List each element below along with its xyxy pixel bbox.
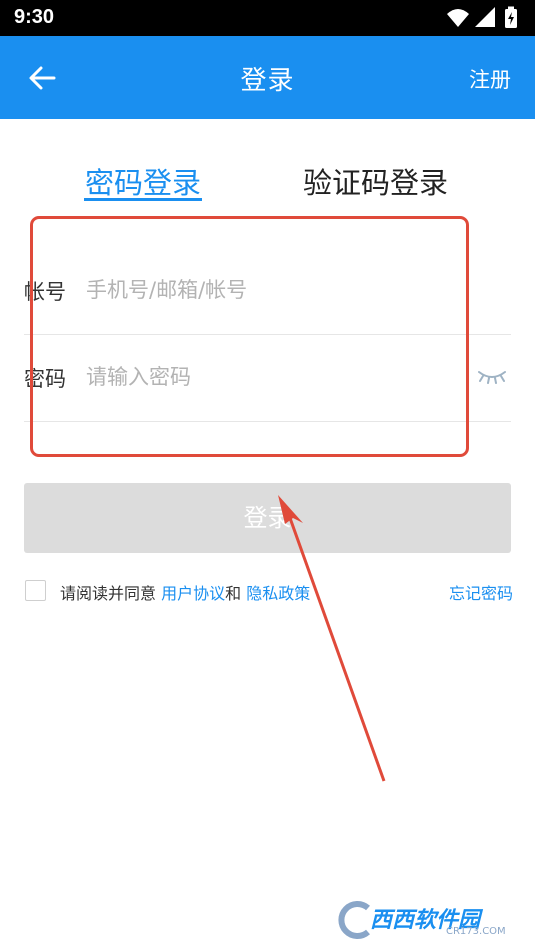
agreement-prefix: 请阅读并同意: [60, 584, 162, 603]
agreement-checkbox[interactable]: [25, 580, 46, 601]
eye-closed-icon[interactable]: [477, 369, 507, 385]
agreement-connector: 和: [225, 584, 247, 603]
agreement-text: 请阅读并同意 用户协议和 隐私政策: [60, 580, 310, 604]
login-button[interactable]: 登录: [24, 483, 511, 553]
battery-charging-icon: [505, 6, 517, 28]
password-field-row: 密码: [24, 335, 511, 422]
account-label: 帐号: [24, 280, 66, 304]
wifi-icon: [447, 9, 469, 27]
page-title: 登录: [240, 66, 295, 96]
password-input[interactable]: [86, 357, 446, 397]
status-time: 9:30: [14, 6, 55, 28]
privacy-policy-link[interactable]: 隐私政策: [246, 584, 310, 603]
password-label: 密码: [24, 367, 66, 391]
annotation-arrow: [278, 495, 386, 782]
watermark-emblem-icon: [338, 901, 370, 939]
watermark-logo: 西西软件园 CR173.COM: [334, 898, 516, 942]
tab-password-login[interactable]: 密码登录: [85, 160, 201, 202]
app-bar: 登录 注册: [0, 36, 535, 119]
register-button[interactable]: 注册: [469, 64, 511, 94]
user-agreement-link[interactable]: 用户协议: [161, 584, 225, 603]
status-icons: [447, 6, 517, 28]
account-field-row: 帐号: [24, 248, 511, 335]
status-bar: 9:30: [0, 0, 535, 36]
watermark-domain: CR173.COM: [446, 926, 506, 937]
signal-icon: [475, 7, 495, 27]
account-input[interactable]: [86, 270, 446, 310]
active-tab-indicator: [84, 198, 202, 201]
tab-sms-code-login[interactable]: 验证码登录: [303, 160, 448, 202]
forgot-password-link[interactable]: 忘记密码: [449, 580, 513, 604]
